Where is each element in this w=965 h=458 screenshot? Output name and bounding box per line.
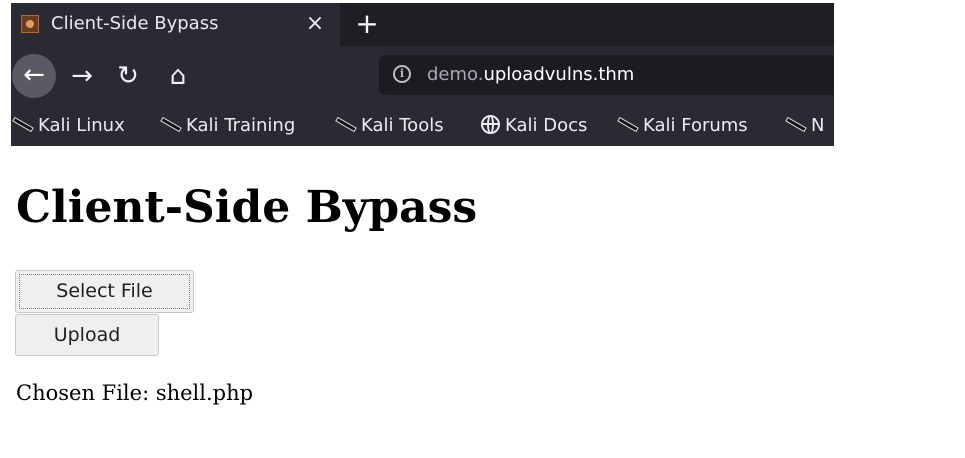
kali-dragon-icon <box>786 114 806 134</box>
bookmark-kali-forums[interactable]: Kali Forums <box>618 113 748 139</box>
bookmark-label: Kali Linux <box>38 115 125 136</box>
upload-label: Upload <box>53 324 121 346</box>
select-file-label: Select File <box>56 280 153 302</box>
nav-toolbar: ← → ↻ ⌂ i demo.uploadvulns.thm <box>11 46 834 105</box>
home-icon[interactable]: ⌂ <box>162 60 194 92</box>
site-info-icon[interactable]: i <box>393 65 411 83</box>
bookmark-label: Kali Forums <box>643 115 748 136</box>
tab-bar: Client-Side Bypass × + <box>11 3 834 46</box>
new-tab-icon[interactable]: + <box>352 9 382 39</box>
bookmark-kali-linux[interactable]: Kali Linux <box>13 113 125 139</box>
kali-dragon-icon <box>336 114 356 134</box>
page-title: Client-Side Bypass <box>16 182 478 233</box>
bookmark-label: Kali Training <box>186 115 296 136</box>
bookmark-kali-tools[interactable]: Kali Tools <box>336 113 444 139</box>
chosen-file-text: Chosen File: shell.php <box>16 381 254 405</box>
bookmark-label: N <box>811 115 825 136</box>
url-subdomain: demo. <box>427 64 484 85</box>
bookmark-label: Kali Tools <box>361 115 444 136</box>
url-bar[interactable]: i demo.uploadvulns.thm <box>379 55 834 95</box>
forward-arrow-icon[interactable]: → <box>66 60 98 92</box>
url-text: demo.uploadvulns.thm <box>427 63 634 87</box>
kali-dragon-icon <box>161 114 181 134</box>
browser-chrome: Client-Side Bypass × + ← → ↻ ⌂ i demo.up… <box>11 3 834 146</box>
bookmark-truncated[interactable]: N <box>786 113 824 139</box>
bookmark-kali-docs[interactable]: Kali Docs <box>481 113 587 139</box>
back-arrow-icon[interactable]: ← <box>12 54 56 98</box>
reload-icon[interactable]: ↻ <box>112 60 144 92</box>
upload-button[interactable]: Upload <box>15 314 159 356</box>
tab-title: Client-Side Bypass <box>51 13 219 34</box>
url-domain: uploadvulns.thm <box>483 64 635 85</box>
bookmark-kali-training[interactable]: Kali Training <box>161 113 295 139</box>
close-tab-icon[interactable]: × <box>304 11 326 37</box>
site-favicon-icon <box>21 15 39 33</box>
select-file-button[interactable]: Select File <box>15 270 194 313</box>
bookmarks-toolbar: Kali Linux Kali Training Kali Tools Kali… <box>11 105 834 146</box>
globe-icon <box>481 115 500 134</box>
bookmark-label: Kali Docs <box>505 115 588 136</box>
tab-active[interactable]: Client-Side Bypass × <box>11 3 340 46</box>
kali-dragon-icon <box>618 114 638 134</box>
kali-dragon-icon <box>13 114 33 134</box>
